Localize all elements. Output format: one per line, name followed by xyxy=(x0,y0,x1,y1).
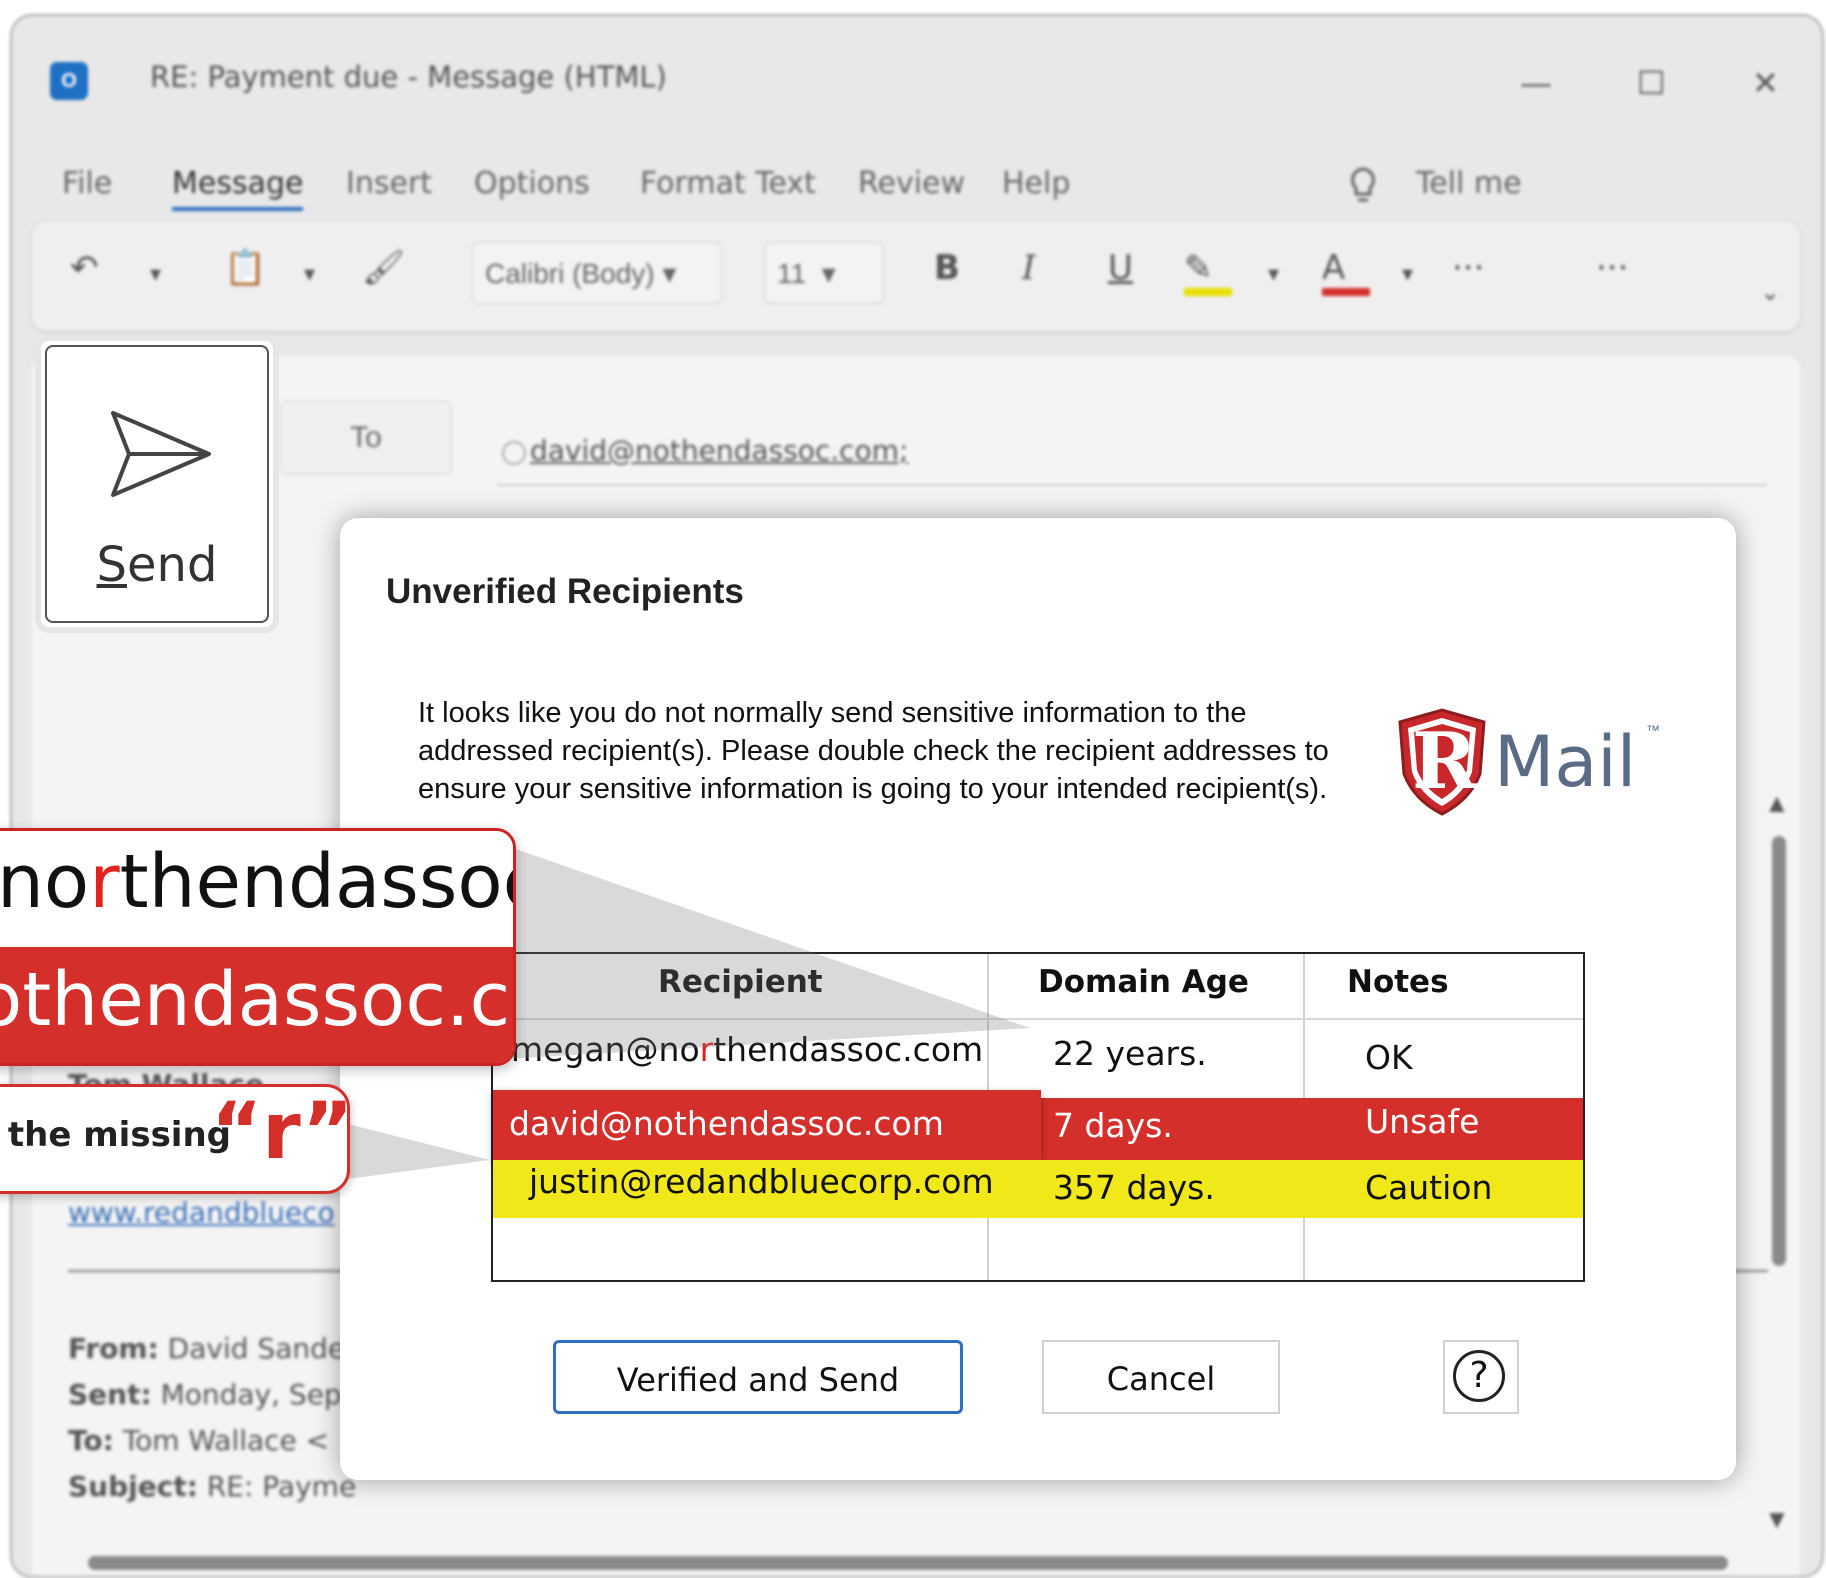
send-label: Send xyxy=(96,537,218,593)
domain-age-cell: 7 days. xyxy=(1053,1106,1173,1145)
verified-and-send-button[interactable]: Verified and Send xyxy=(553,1340,963,1414)
notes-cell: Unsafe xyxy=(1365,1102,1480,1141)
send-button-frame: Send xyxy=(45,345,269,623)
table-row[interactable]: david@nothendassoc.com 7 days. Unsafe xyxy=(493,1090,1583,1162)
logo-text: Mail xyxy=(1494,721,1637,803)
to-recipient[interactable]: david@nothendassoc.com; xyxy=(530,434,908,467)
chevron-down-icon[interactable]: ▾ xyxy=(304,262,315,287)
recipient-cell: david@nothendassoc.com xyxy=(509,1104,944,1143)
more-format-button[interactable]: ··· xyxy=(1452,248,1484,288)
column-header-notes: Notes xyxy=(1347,964,1449,1000)
send-button[interactable]: Send xyxy=(35,335,279,633)
more-options-button[interactable]: ··· xyxy=(1596,248,1628,288)
contact-status-icon xyxy=(502,441,526,465)
font-size-select[interactable]: 11 ▾ xyxy=(764,242,884,304)
menu-file[interactable]: File xyxy=(62,166,112,201)
menu-insert[interactable]: Insert xyxy=(346,166,432,201)
dialog-message: It looks like you do not normally send s… xyxy=(418,697,1329,805)
ribbon-expand-icon[interactable]: ⌄ xyxy=(1760,278,1780,306)
cancel-button[interactable]: Cancel xyxy=(1042,1340,1280,1414)
hint-letter: “r” xyxy=(211,1087,354,1177)
paste-icon[interactable]: 📋 xyxy=(224,248,266,288)
missing-letter-hint: e the missing “r” xyxy=(0,1084,354,1194)
chevron-down-icon[interactable]: ▾ xyxy=(1268,262,1279,287)
font-name-select[interactable]: Calibri (Body) ▾ xyxy=(472,242,722,304)
rmail-logo: R Mail ™ xyxy=(1390,708,1660,818)
horizontal-scrollbar[interactable] xyxy=(88,1556,1728,1570)
menu-message[interactable]: Message xyxy=(172,166,304,211)
outlook-icon: O xyxy=(50,62,88,100)
recipients-table: Recipient Domain Age Notes megan@northen… xyxy=(491,952,1585,1282)
table-row[interactable]: justin@redandbluecorp.com 357 days. Caut… xyxy=(493,1160,1583,1218)
window-title: RE: Payment due - Message (HTML) xyxy=(150,60,667,94)
domain-age-cell: 357 days. xyxy=(1053,1168,1215,1207)
table-row[interactable]: megan@northendassoc.com 22 years. OK xyxy=(493,1020,1583,1096)
zoom-wrong-address: othendassoc.co xyxy=(0,947,513,1063)
hint-text: e the missing xyxy=(0,1115,232,1155)
menu-review[interactable]: Review xyxy=(858,166,965,201)
menu-help[interactable]: Help xyxy=(1002,166,1070,201)
zoom-callout: northendassoc. othendassoc.co xyxy=(0,828,516,1066)
recipient-cell: justin@redandbluecorp.com xyxy=(529,1162,994,1201)
menu-options[interactable]: Options xyxy=(474,166,590,201)
logo-trademark: ™ xyxy=(1646,722,1660,738)
quoted-subject: Subject: RE: Payme xyxy=(68,1470,357,1503)
quoted-sent: Sent: Monday, Sep xyxy=(68,1378,342,1411)
help-icon: ? xyxy=(1453,1350,1505,1402)
underline-button[interactable]: U xyxy=(1108,248,1133,288)
column-header-domain-age: Domain Age xyxy=(1038,964,1249,1000)
domain-age-cell: 22 years. xyxy=(1053,1034,1207,1073)
minimize-icon[interactable]: — xyxy=(1520,64,1552,102)
dialog-title: Unverified Recipients xyxy=(386,572,744,611)
format-painter-icon[interactable]: 🖌 xyxy=(362,248,405,288)
font-color-button[interactable]: A xyxy=(1322,248,1370,296)
help-button[interactable]: ? xyxy=(1443,1340,1519,1414)
vertical-scrollbar[interactable] xyxy=(1772,836,1786,1266)
close-icon[interactable]: ✕ xyxy=(1752,64,1779,102)
zoom-correct-address: northendassoc. xyxy=(0,831,513,947)
menu-format-text[interactable]: Format Text xyxy=(640,166,816,201)
maximize-icon[interactable]: ☐ xyxy=(1637,64,1666,102)
recipient-cell: megan@northendassoc.com xyxy=(511,1030,984,1069)
column-header-recipient: Recipient xyxy=(658,964,823,1000)
italic-button[interactable]: I xyxy=(1022,248,1035,288)
divider xyxy=(497,484,1767,486)
scroll-up-icon[interactable]: ▲ xyxy=(1764,788,1790,819)
chevron-down-icon[interactable]: ▾ xyxy=(150,262,161,287)
lightbulb-icon xyxy=(1348,166,1378,214)
quoted-to: To: Tom Wallace < xyxy=(68,1424,330,1457)
logo-letter: R xyxy=(1412,716,1477,807)
chevron-down-icon[interactable]: ▾ xyxy=(1402,262,1413,287)
undo-icon[interactable]: ↶ xyxy=(70,248,99,288)
notes-cell: Caution xyxy=(1365,1168,1493,1207)
ribbon xyxy=(32,221,1800,331)
tell-me-search[interactable]: Tell me xyxy=(1416,166,1522,201)
highlight-icon[interactable]: ✎ xyxy=(1184,248,1232,296)
scroll-down-icon[interactable]: ▼ xyxy=(1764,1504,1790,1535)
unverified-recipients-dialog: Unverified Recipients It looks like you … xyxy=(340,518,1736,1480)
bold-button[interactable]: B xyxy=(934,248,960,288)
quoted-from: From: David Sande xyxy=(68,1332,346,1365)
signature-link[interactable]: www.redandblueco xyxy=(68,1196,335,1229)
notes-cell: OK xyxy=(1365,1038,1413,1077)
to-button[interactable]: To xyxy=(280,401,452,475)
send-icon xyxy=(111,411,211,497)
